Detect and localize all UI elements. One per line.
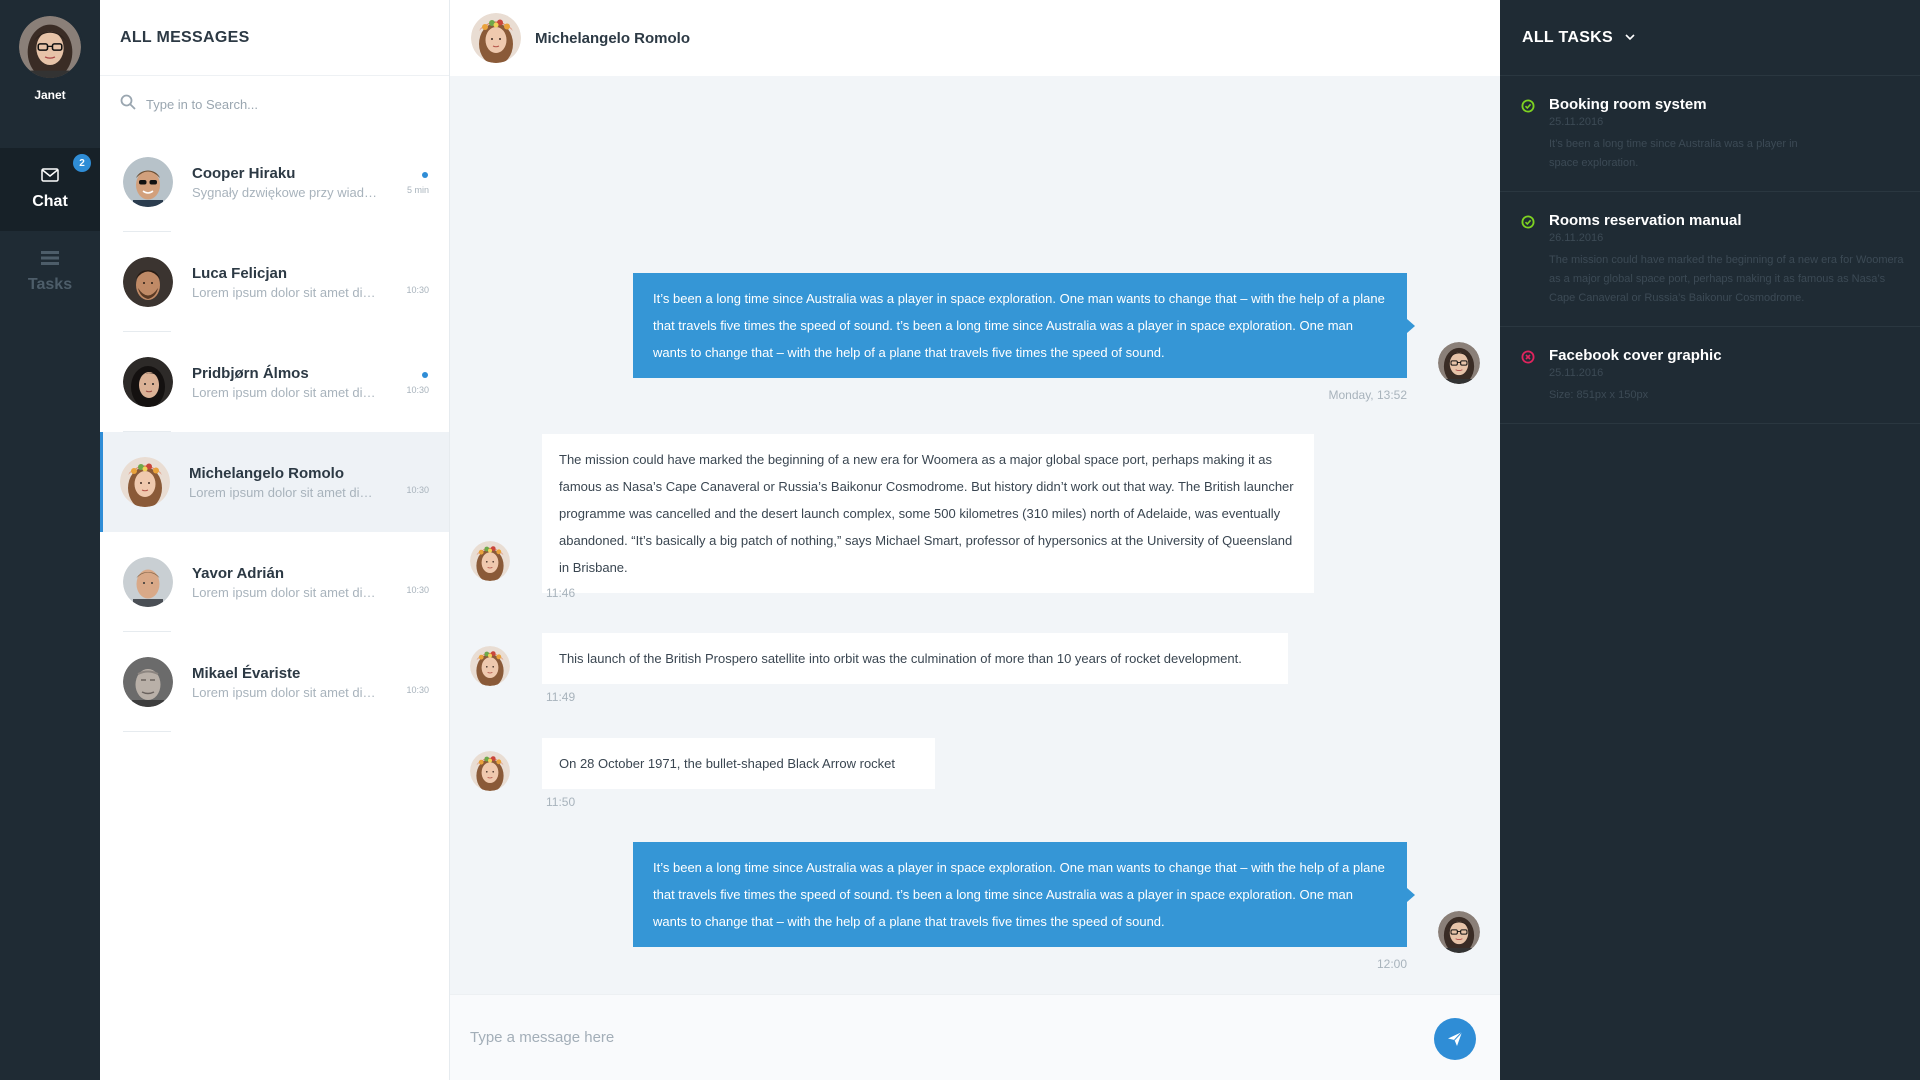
message-time: 10:30 [406, 685, 429, 695]
task-description: It’s been a long time since Australia wa… [1549, 138, 1798, 169]
task-description: Size: 851px x 150px [1549, 389, 1649, 401]
nav-label-chat: Chat [32, 193, 68, 210]
message-time: 5 min [406, 185, 429, 195]
message-preview: Lorem ipsum dolor sit amet dicta sunt [192, 684, 382, 700]
task-title: Rooms reservation manual [1549, 212, 1742, 229]
contact-name: Luca Felicjan [192, 264, 288, 282]
cancel-circle-icon [1521, 350, 1535, 369]
contact-avatar [120, 457, 170, 507]
contact-avatar [123, 157, 173, 207]
chat-panel: Michelangelo Romolo It’s been a long tim… [450, 0, 1500, 1080]
contact-avatar [123, 557, 173, 607]
messages-panel: ALL MESSAGES Cooper Hiraku Sygnały dzwię… [100, 0, 450, 1080]
contact-avatar [470, 751, 510, 791]
send-button[interactable] [1434, 1018, 1476, 1060]
contact-avatar [470, 646, 510, 686]
contact-name: Yavor Adrián [192, 564, 284, 582]
task-title: Booking room system [1549, 96, 1707, 113]
user-name: Janet [34, 88, 66, 102]
task-item[interactable]: Facebook cover graphic 25.11.2016 Size: … [1500, 327, 1920, 424]
task-item[interactable]: Rooms reservation manual 26.11.2016 The … [1500, 192, 1920, 327]
send-icon [1448, 1031, 1463, 1046]
message-time: 10:30 [406, 585, 429, 595]
task-date: 25.11.2016 [1549, 367, 1604, 379]
message-time: 10:30 [406, 485, 429, 495]
conversation-item[interactable]: Luca Felicjan Lorem ipsum dolor sit amet… [100, 232, 449, 332]
contact-name: Mikael Évariste [192, 664, 301, 682]
message-preview: Lorem ipsum dolor sit amet dicta sunt [192, 384, 382, 400]
user-avatar[interactable] [19, 16, 81, 78]
messages-title: ALL MESSAGES [100, 0, 449, 76]
rail-nav: Chat 2 Tasks [0, 148, 100, 314]
contact-avatar[interactable] [471, 13, 521, 63]
message-time: Monday, 13:52 [1328, 388, 1408, 402]
user-avatar [1438, 342, 1480, 384]
message-incoming: This launch of the British Prospero sate… [542, 633, 1288, 684]
message-preview: Lorem ipsum dolor sit amet dicta sunt [192, 284, 382, 300]
contact-avatar [123, 257, 173, 307]
check-circle-icon [1521, 99, 1535, 118]
conversation-item-active[interactable]: Michelangelo Romolo Lorem ipsum dolor si… [100, 432, 449, 532]
search-icon [120, 94, 136, 115]
tasks-panel: ALL TASKS Booking room system 25.11.2016… [1500, 0, 1920, 1080]
message-outgoing: It’s been a long time since Australia wa… [633, 273, 1415, 378]
task-item[interactable]: Booking room system 25.11.2016 It’s been… [1500, 76, 1920, 192]
envelope-icon [41, 168, 59, 187]
task-date: 26.11.2016 [1549, 232, 1604, 244]
task-title: Facebook cover graphic [1549, 347, 1722, 364]
message-incoming: On 28 October 1971, the bullet-shaped Bl… [542, 738, 935, 789]
nav-label-tasks: Tasks [27, 276, 73, 293]
message-time: 12:00 [1376, 957, 1407, 971]
contact-name: Michelangelo Romolo [189, 464, 345, 482]
conversation-item[interactable]: Mikael Évariste Lorem ipsum dolor sit am… [100, 632, 449, 732]
message-preview: Sygnały dzwiękowe przy wiadomościach [192, 184, 382, 200]
message-incoming: The mission could have marked the beginn… [542, 434, 1314, 593]
task-description: The mission could have marked the beginn… [1549, 254, 1904, 304]
message-composer [450, 994, 1500, 1080]
unread-dot [422, 172, 428, 178]
unread-dot [422, 372, 428, 378]
message-time: 10:30 [406, 285, 429, 295]
message-input[interactable] [470, 1029, 1370, 1046]
message-time: 11:50 [546, 795, 576, 809]
message-time: 10:30 [406, 385, 429, 395]
nav-item-tasks[interactable]: Tasks [0, 231, 100, 314]
message-time: 11:46 [546, 586, 576, 600]
conversation-item[interactable]: Cooper Hiraku Sygnały dzwiękowe przy wia… [100, 132, 449, 232]
contact-avatar [123, 657, 173, 707]
divider [123, 731, 171, 732]
check-circle-icon [1521, 215, 1535, 234]
tasks-icon [41, 251, 59, 270]
search-input[interactable] [146, 96, 406, 112]
nav-item-chat[interactable]: Chat 2 [0, 148, 100, 231]
message-preview: Lorem ipsum dolor sit amet dicta sunt [189, 484, 379, 500]
message-outgoing: It’s been a long time since Australia wa… [633, 842, 1415, 947]
chevron-down-icon[interactable] [1625, 34, 1635, 41]
left-rail: Janet Chat 2 Tasks [0, 0, 100, 1080]
contact-name: Cooper Hiraku [192, 164, 296, 182]
conversation-item[interactable]: Pridbjørn Álmos Lorem ipsum dolor sit am… [100, 332, 449, 432]
chat-contact-name: Michelangelo Romolo [535, 29, 691, 47]
tasks-title: ALL TASKS [1522, 28, 1613, 46]
unread-badge: 2 [73, 154, 91, 172]
task-date: 25.11.2016 [1549, 116, 1604, 128]
tasks-header[interactable]: ALL TASKS [1500, 0, 1920, 76]
conversation-item[interactable]: Yavor Adrián Lorem ipsum dolor sit amet … [100, 532, 449, 632]
contact-avatar [470, 541, 510, 581]
contact-name: Pridbjørn Álmos [192, 364, 309, 382]
user-avatar [1438, 911, 1480, 953]
message-preview: Lorem ipsum dolor sit amet dicta sunt [192, 584, 382, 600]
contact-avatar [123, 357, 173, 407]
message-time: 11:49 [546, 690, 576, 704]
chat-header: Michelangelo Romolo [450, 0, 1500, 76]
search-bar [100, 76, 449, 132]
user-profile[interactable]: Janet [0, 0, 100, 145]
